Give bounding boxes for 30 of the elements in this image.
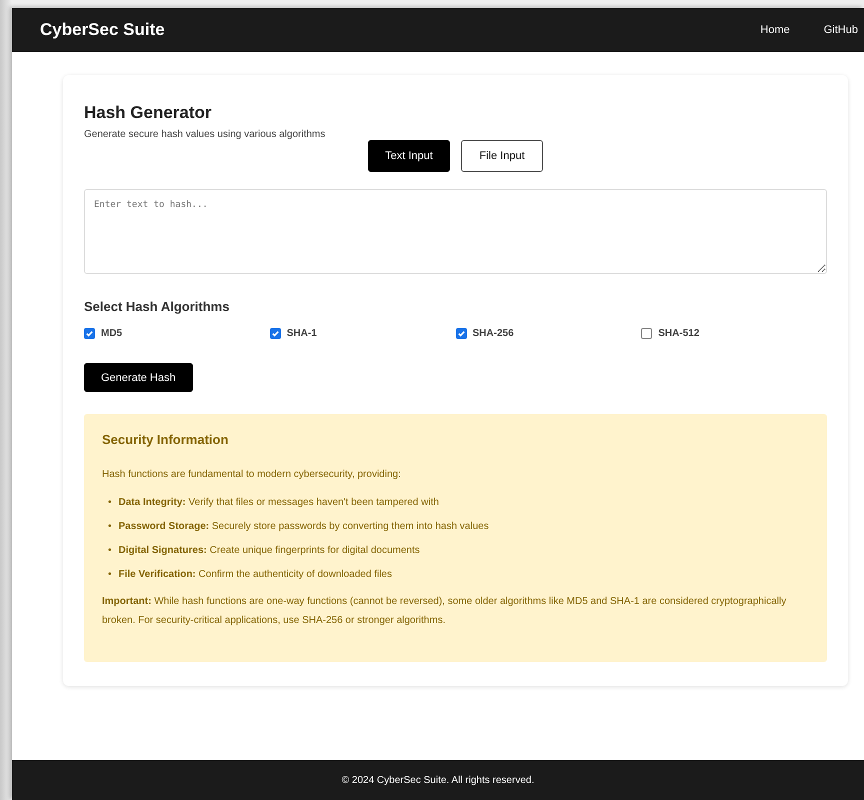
tool-title: Hash Generator xyxy=(84,103,213,123)
checkbox[interactable] xyxy=(270,328,281,339)
bullet: • xyxy=(108,520,112,534)
algorithm-label: SHA-256 xyxy=(472,328,514,339)
text-input-field[interactable]: Enter text to hash... xyxy=(84,189,827,274)
nav-link[interactable]: GitHub xyxy=(824,24,858,36)
bullet: • xyxy=(108,496,112,510)
generate-hash-button[interactable]: Generate Hash xyxy=(84,363,193,392)
algorithm-label: SHA-1 xyxy=(286,328,317,339)
nav-link[interactable]: Home xyxy=(760,24,790,36)
info-list-item: File Verification: Confirm the authenticity of downloaded files xyxy=(118,568,392,582)
checkbox[interactable] xyxy=(641,328,652,339)
checkbox[interactable] xyxy=(84,328,95,339)
info-list-item: Password Storage: Securely store passwords by converting them into hash values xyxy=(118,520,489,534)
info-intro: Hash functions are fundamental to modern cybersecurity, providing: xyxy=(102,468,402,482)
copyright-text: © 2024 CyberSec Suite. All rights reserved. xyxy=(342,774,534,786)
bullet: • xyxy=(108,544,112,558)
info-list-item: Digital Signatures: Create unique fingerprints for digital documents xyxy=(118,544,420,558)
algorithm-label: MD5 xyxy=(101,328,122,339)
brand-name: CyberSec Suite xyxy=(40,20,166,40)
tool-subtitle: Generate secure hash values using various algorithms xyxy=(84,129,326,140)
algorithm-label: SHA-512 xyxy=(658,328,700,339)
important-note: Important: While hash functions are one-way functions (cannot be reversed), some older algorithms like MD5 and SHA-1 are considered cryptographically broken. For security-critical applications, use SHA-256 or stronger algorithms. xyxy=(102,595,788,628)
mode-tab[interactable]: File Input xyxy=(461,140,543,172)
info-title: Security Information xyxy=(102,432,230,447)
checkbox[interactable] xyxy=(456,328,466,339)
mode-tab[interactable]: Text Input xyxy=(368,140,450,172)
info-list-item: Data Integrity: Verify that files or messages haven't been tampered with xyxy=(118,496,439,510)
bullet: • xyxy=(108,568,112,582)
algorithms-heading: Select Hash Algorithms xyxy=(84,299,230,314)
